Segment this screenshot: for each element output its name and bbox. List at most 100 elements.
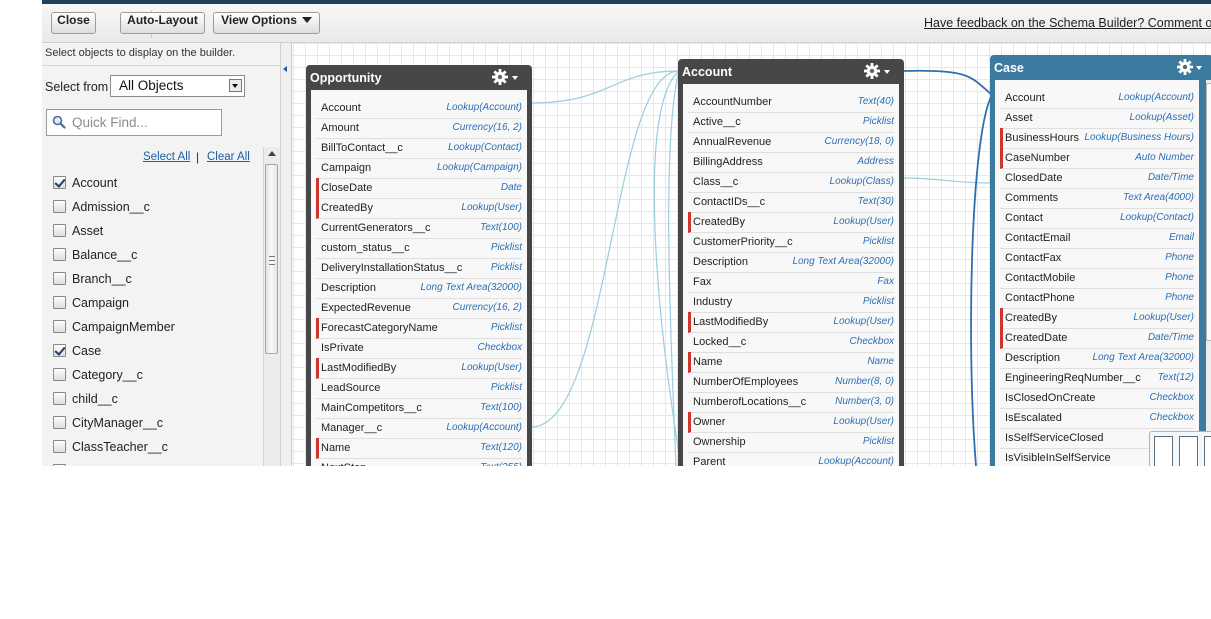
field-row[interactable]: Parent Lookup(Account) [688, 452, 894, 466]
auto-layout-button[interactable]: Auto-Layout [120, 12, 205, 34]
view-options-button[interactable]: View Options [213, 12, 320, 34]
field-name: custom_status__c [321, 242, 410, 254]
field-row[interactable]: Class__c Lookup(Class) [688, 172, 894, 193]
field-row[interactable]: Asset Lookup(Asset) [1000, 108, 1194, 129]
field-row[interactable]: Fax Fax [688, 272, 894, 293]
field-row[interactable]: Campaign Lookup(Campaign) [316, 158, 522, 179]
dropdown-arrow-icon[interactable] [229, 79, 242, 92]
scroll-thumb[interactable] [265, 164, 278, 354]
field-row[interactable]: Description Long Text Area(32000) [1000, 348, 1194, 369]
field-row[interactable]: LeadSource Picklist [316, 378, 522, 399]
field-row[interactable]: IsEscalated Checkbox [1000, 408, 1194, 429]
field-row[interactable]: ContactPhone Phone [1000, 288, 1194, 309]
feedback-link[interactable]: Have feedback on the Schema Builder? Com… [924, 16, 1211, 30]
schema-canvas[interactable]: Opportunity Account Lookup(Account) Amount… [281, 43, 1211, 466]
object-checkbox[interactable] [53, 248, 66, 261]
object-checkbox[interactable] [53, 392, 66, 405]
field-row[interactable]: Account Lookup(Account) [316, 98, 522, 119]
object-card-account[interactable]: Account AccountNumber Text(40) Active__c Pi… [678, 59, 904, 466]
field-row[interactable]: AccountNumber Text(40) [688, 92, 894, 113]
field-row[interactable]: DeliveryInstallationStatus__c Picklist [316, 258, 522, 279]
chevron-down-icon[interactable] [1196, 66, 1202, 70]
card-scrollbar[interactable] [1206, 80, 1211, 466]
field-row[interactable]: AnnualRevenue Currency(18, 0) [688, 132, 894, 153]
field-row[interactable]: NextStep Text(255) [316, 458, 522, 466]
object-checkbox[interactable] [53, 272, 66, 285]
field-row[interactable]: ContactIDs__c Text(30) [688, 192, 894, 213]
object-card-opportunity[interactable]: Opportunity Account Lookup(Account) Amount… [306, 65, 532, 466]
object-checkbox[interactable] [53, 344, 66, 357]
field-row[interactable]: EngineeringReqNumber__c Text(12) [1000, 368, 1194, 389]
gear-icon[interactable] [863, 62, 881, 80]
field-row[interactable]: ExpectedRevenue Currency(16, 2) [316, 298, 522, 319]
field-row[interactable]: ForecastCategoryName Picklist [316, 318, 522, 339]
field-name: LeadSource [321, 382, 381, 394]
field-row[interactable]: custom_status__c Picklist [316, 238, 522, 259]
field-row[interactable]: CustomerPriority__c Picklist [688, 232, 894, 253]
object-filter-select[interactable]: All Objects [110, 75, 245, 97]
object-checkbox[interactable] [53, 440, 66, 453]
object-checkbox[interactable] [53, 176, 66, 189]
field-row[interactable]: Name Text(120) [316, 438, 522, 459]
field-row[interactable]: ContactEmail Email [1000, 228, 1194, 249]
close-button[interactable]: Close [51, 12, 96, 34]
field-row[interactable]: CreatedBy Lookup(User) [1000, 308, 1194, 329]
field-name: LastModifiedBy [693, 316, 769, 328]
object-checkbox[interactable] [53, 296, 66, 309]
chevron-down-icon[interactable] [512, 76, 518, 80]
field-row[interactable]: LastModifiedBy Lookup(User) [688, 312, 894, 333]
object-card-case[interactable]: Case Account Lookup(Account) Asset Lookup(A… [990, 55, 1211, 466]
field-type: Currency(16, 2) [452, 302, 522, 313]
field-row[interactable]: CreatedBy Lookup(User) [316, 198, 522, 219]
field-row[interactable]: CaseNumber Auto Number [1000, 148, 1194, 169]
field-row[interactable]: ContactFax Phone [1000, 248, 1194, 269]
field-row[interactable]: Account Lookup(Account) [1000, 88, 1194, 109]
sidebar-scrollbar[interactable] [263, 147, 280, 466]
gear-icon[interactable] [1176, 58, 1194, 76]
field-row[interactable]: Manager__c Lookup(Account) [316, 418, 522, 439]
field-row[interactable]: NumberofLocations__c Number(3, 0) [688, 392, 894, 413]
scroll-thumb[interactable] [1206, 83, 1211, 341]
field-row[interactable]: BillingAddress Address [688, 152, 894, 173]
chevron-down-icon[interactable] [884, 70, 890, 74]
field-row[interactable]: Amount Currency(16, 2) [316, 118, 522, 139]
object-checkbox[interactable] [53, 320, 66, 333]
field-row[interactable]: LastModifiedBy Lookup(User) [316, 358, 522, 379]
object-checkbox[interactable] [53, 416, 66, 429]
field-row[interactable]: Name Name [688, 352, 894, 373]
field-type: Picklist [490, 262, 522, 273]
field-row[interactable]: CreatedDate Date/Time [1000, 328, 1194, 349]
object-checkbox[interactable] [53, 200, 66, 213]
field-row[interactable]: Locked__c Checkbox [688, 332, 894, 353]
quick-find-input[interactable]: Quick Find... [46, 109, 222, 136]
scroll-up-arrow-icon[interactable] [268, 151, 276, 156]
field-row[interactable]: Description Long Text Area(32000) [688, 252, 894, 273]
field-row[interactable]: CreatedBy Lookup(User) [688, 212, 894, 233]
gear-icon[interactable] [491, 68, 509, 86]
field-row[interactable]: BillToContact__c Lookup(Contact) [316, 138, 522, 159]
field-row[interactable]: Active__c Picklist [688, 112, 894, 133]
field-row[interactable]: Owner Lookup(User) [688, 412, 894, 433]
canvas-minimap[interactable] [1149, 431, 1211, 466]
object-checkbox[interactable] [53, 224, 66, 237]
field-row[interactable]: CurrentGenerators__c Text(100) [316, 218, 522, 239]
field-row[interactable]: Comments Text Area(4000) [1000, 188, 1194, 209]
field-row[interactable]: Ownership Picklist [688, 432, 894, 453]
field-row[interactable]: IsClosedOnCreate Checkbox [1000, 388, 1194, 409]
field-row[interactable]: NumberOfEmployees Number(8, 0) [688, 372, 894, 393]
select-all-link[interactable]: Select All [143, 151, 190, 163]
field-row[interactable]: Description Long Text Area(32000) [316, 278, 522, 299]
field-row[interactable]: ClosedDate Date/Time [1000, 168, 1194, 189]
clear-all-link[interactable]: Clear All [207, 151, 250, 163]
field-row[interactable]: MainCompetitors__c Text(100) [316, 398, 522, 419]
object-checkbox[interactable] [53, 464, 66, 466]
field-row[interactable]: CloseDate Date [316, 178, 522, 199]
field-row[interactable]: Contact Lookup(Contact) [1000, 208, 1194, 229]
field-type: Checkbox [477, 342, 522, 353]
collapse-sidebar-handle[interactable] [281, 43, 292, 466]
field-row[interactable]: IsPrivate Checkbox [316, 338, 522, 359]
field-row[interactable]: ContactMobile Phone [1000, 268, 1194, 289]
field-row[interactable]: Industry Picklist [688, 292, 894, 313]
object-checkbox[interactable] [53, 368, 66, 381]
field-row[interactable]: BusinessHours Lookup(Business Hours) [1000, 128, 1194, 149]
